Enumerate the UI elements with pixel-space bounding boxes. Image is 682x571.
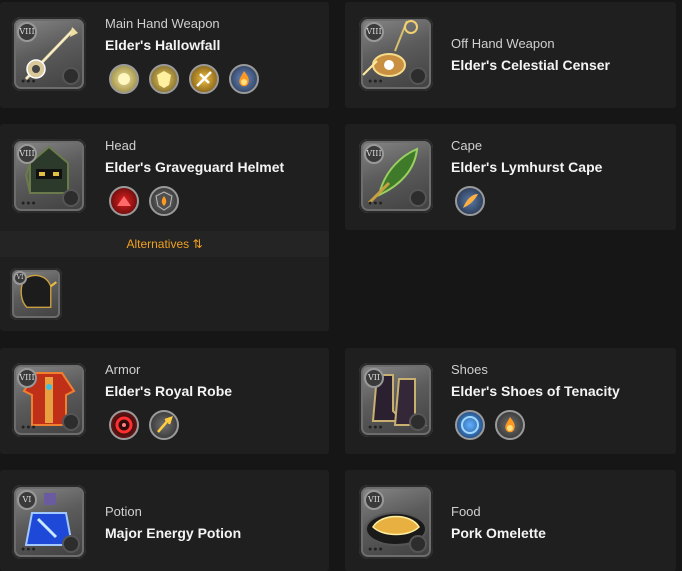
tier-badge: VIII	[364, 144, 384, 164]
quality-indicator	[409, 413, 427, 431]
shoes-of-tenacity-item-icon[interactable]: VII ●●●	[359, 363, 433, 437]
item-name[interactable]: Pork Omelette	[451, 525, 546, 541]
flame-passive-icon[interactable]	[495, 410, 525, 440]
head-card[interactable]: VIII ●●● Head Elder's Graveguard Helmet …	[0, 124, 329, 331]
graveguard-helmet-item-icon[interactable]: VIII ●●●	[12, 139, 86, 213]
item-name[interactable]: Elder's Lymhurst Cape	[451, 159, 602, 175]
blue-dash-spell-icon[interactable]	[455, 410, 485, 440]
quality-indicator	[409, 67, 427, 85]
hallowfall-item-icon[interactable]: VIII ●●●	[12, 17, 86, 91]
lymhurst-cape-item-icon[interactable]: VIII ●●●	[359, 139, 433, 213]
gold-orb-spell-icon[interactable]	[109, 64, 139, 94]
item-name[interactable]: Elder's Shoes of Tenacity	[451, 383, 620, 399]
slot-label: Off Hand Weapon	[451, 36, 555, 51]
celestial-censer-item-icon[interactable]: VIII ●●●	[359, 17, 433, 91]
golden-strike-spell-icon[interactable]	[189, 64, 219, 94]
tier-badge: VIII	[17, 22, 37, 42]
pork-omelette-item-icon[interactable]: VII ●●●	[359, 485, 433, 559]
main-hand-card[interactable]: VIII ●●● Main Hand Weapon Elder's Hallow…	[0, 2, 329, 108]
slot-label: Potion	[105, 504, 142, 519]
tier-badge: VI	[13, 271, 27, 285]
item-name[interactable]: Major Energy Potion	[105, 525, 241, 541]
slot-label: Head	[105, 138, 137, 153]
flame-shield-passive-icon[interactable]	[149, 186, 179, 216]
cape-card[interactable]: VIII ●●● Cape Elder's Lymhurst Cape	[345, 124, 676, 230]
slot-label: Armor	[105, 362, 141, 377]
tier-badge: VIII	[17, 144, 37, 164]
off-hand-card[interactable]: VIII ●●● Off Hand Weapon Elder's Celesti…	[345, 2, 676, 108]
armor-card[interactable]: VIII ●●● Armor Elder's Royal Robe	[0, 348, 329, 454]
item-name[interactable]: Elder's Celestial Censer	[451, 57, 610, 73]
item-name[interactable]: Elder's Graveguard Helmet	[105, 159, 284, 175]
shoes-card[interactable]: VII ●●● Shoes Elder's Shoes of Tenacity	[345, 348, 676, 454]
item-name[interactable]: Elder's Hallowfall	[105, 37, 220, 53]
tier-badge: VII	[364, 490, 384, 510]
quality-indicator	[62, 413, 80, 431]
quality-indicator	[62, 67, 80, 85]
quality-indicator	[62, 535, 80, 553]
flame-passive-icon[interactable]	[229, 64, 259, 94]
quality-indicator	[409, 189, 427, 207]
quality-indicator	[62, 189, 80, 207]
alternatives-toggle[interactable]: Alternatives ⇅	[0, 231, 329, 257]
hood-alternative-icon[interactable]: VI	[10, 268, 62, 320]
red-burst-spell-icon[interactable]	[109, 186, 139, 216]
royal-robe-item-icon[interactable]: VIII ●●●	[12, 363, 86, 437]
slot-label: Main Hand Weapon	[105, 16, 220, 31]
item-name[interactable]: Elder's Royal Robe	[105, 383, 232, 399]
lightning-passive-icon[interactable]	[149, 410, 179, 440]
swap-arrows-icon: ⇅	[192, 237, 203, 251]
tier-badge: VIII	[17, 368, 37, 388]
tier-badge: VI	[17, 490, 37, 510]
quality-indicator	[409, 535, 427, 553]
slot-label: Food	[451, 504, 481, 519]
crimson-ring-spell-icon[interactable]	[109, 410, 139, 440]
alternatives-label: Alternatives	[126, 237, 190, 251]
food-card[interactable]: VII ●●● Food Pork Omelette	[345, 470, 676, 571]
energy-potion-item-icon[interactable]: VI ●●●	[12, 485, 86, 559]
slot-label: Shoes	[451, 362, 488, 377]
tier-badge: VIII	[364, 22, 384, 42]
potion-card[interactable]: VI ●●● Potion Major Energy Potion	[0, 470, 329, 571]
tier-badge: VII	[364, 368, 384, 388]
slot-label: Cape	[451, 138, 483, 153]
wind-slash-passive-icon[interactable]	[455, 186, 485, 216]
gold-shield-spell-icon[interactable]	[149, 64, 179, 94]
